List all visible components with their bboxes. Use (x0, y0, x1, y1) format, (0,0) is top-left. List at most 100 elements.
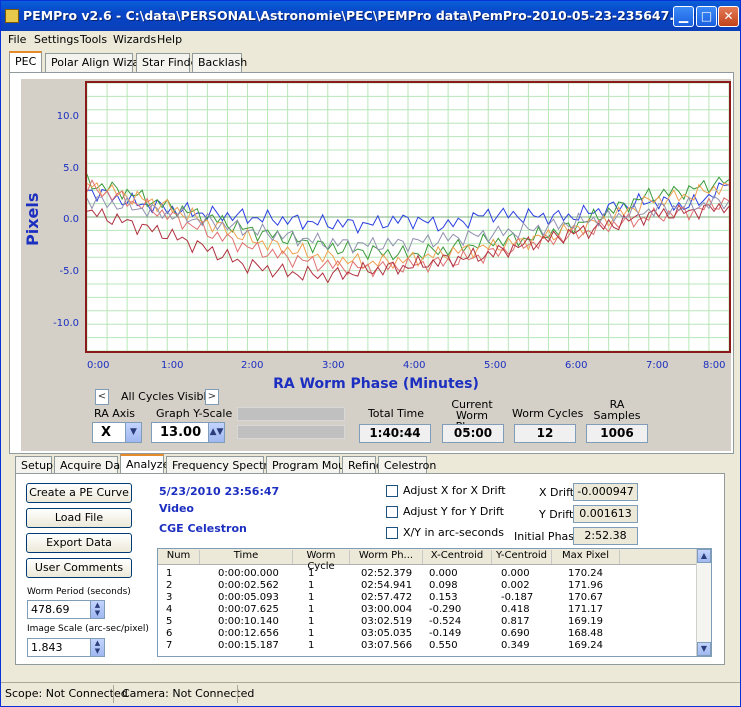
image-scale-value: 1.843 (31, 641, 63, 654)
table-cell: 0:00:12.656 (218, 628, 279, 639)
table-scrollbar[interactable]: ▲ ▼ (696, 549, 711, 656)
column-header[interactable]: Max Pixel (552, 550, 620, 564)
ra-samples-value: 1006 (586, 424, 648, 443)
status-strip (237, 407, 345, 421)
table-cell: -0.149 (429, 628, 462, 639)
create-pe-curve-button[interactable]: Create a PE Curve (26, 483, 132, 503)
pec-panel: Pixels 10.0 5.0 0.0 -5.0 -10.0 0:00 1:00… (9, 72, 734, 454)
camera-status: Camera: Not Connected (122, 687, 255, 700)
chevron-down-icon[interactable]: ▼ (125, 423, 141, 442)
table-cell: 168.48 (568, 628, 603, 639)
column-header[interactable]: X-Centroid (423, 550, 492, 564)
table-row[interactable]: 1 0:00:00.000 1 02:52.379 0.000 0.000 170.24 (158, 568, 698, 579)
table-cell: 169.19 (568, 616, 603, 627)
table-cell: 2 (166, 580, 173, 591)
image-scale-label: Image Scale (arc-sec/pixel) (27, 624, 149, 634)
table-cell: 02:54.941 (361, 580, 413, 591)
table-cell: 0.153 (429, 592, 458, 603)
ra-axis-select[interactable]: X ▼ (92, 422, 142, 443)
current-worm-phase-value: 05:00 (442, 424, 504, 443)
user-comments-button[interactable]: User Comments (26, 558, 132, 578)
scroll-up-icon[interactable]: ▲ (697, 549, 711, 563)
table-row[interactable]: 6 0:00:12.656 1 03:05.035 -0.149 0.690 168.48 (158, 628, 698, 639)
table-cell: 0.817 (501, 616, 530, 627)
table-cell: 3 (166, 592, 173, 603)
table-cell: 5 (166, 616, 173, 627)
table-cell: -0.187 (501, 592, 534, 603)
x-tick-label: 2:00 (241, 360, 264, 371)
tab-star-finder[interactable]: Star Finder (136, 53, 202, 73)
spinner-arrows-icon[interactable]: ▲▼ (90, 601, 104, 618)
x-tick-label: 1:00 (161, 360, 184, 371)
table-cell: 1 (308, 580, 315, 591)
tab-polar-align-wizard[interactable]: Polar Align Wizard (45, 53, 150, 73)
initial-phase-value: 2:52.38 (573, 527, 638, 545)
image-scale-spinner[interactable]: 1.843 ▲ ▼ (27, 638, 105, 657)
column-header[interactable]: Num (158, 550, 200, 564)
table-row[interactable]: 7 0:00:15.187 1 03:07.566 0.550 0.349 169.24 (158, 640, 698, 651)
menu-tools[interactable]: Tools (80, 33, 107, 46)
table-row[interactable]: 5 0:00:10.140 1 03:02.519 -0.524 0.817 169.19 (158, 616, 698, 627)
menu-settings[interactable]: Settings (34, 33, 79, 46)
table-cell: 0:00:05.093 (218, 592, 279, 603)
table-cell: 03:02.519 (361, 616, 413, 627)
y-axis-band: Pixels 10.0 5.0 0.0 -5.0 -10.0 (21, 79, 84, 354)
tab-backlash[interactable]: Backlash (192, 53, 247, 73)
spinner-arrows-icon[interactable]: ▲▼ (208, 423, 224, 442)
table-cell: 0.690 (501, 628, 530, 639)
table-cell: 02:57.472 (361, 592, 413, 603)
xy-arcsec-label: X/Y in arc-seconds (403, 526, 504, 539)
column-header[interactable]: Worm Ph... (350, 550, 423, 564)
table-cell: 0.002 (501, 580, 530, 591)
minimize-button[interactable]: ▁ (673, 6, 694, 27)
status-bar: Scope: Not Connected Camera: Not Connect… (1, 682, 740, 706)
table-cell: 03:07.566 (361, 640, 413, 651)
menu-file[interactable]: File (8, 33, 26, 46)
samples-table: Num Time Worm Cycle Worm Ph... X-Centroi… (157, 548, 712, 657)
table-cell: 03:00.004 (361, 604, 413, 615)
scroll-down-icon[interactable]: ▼ (697, 642, 711, 656)
title-bar: PEMPro v2.6 - C:\data\PERSONAL\Astronomi… (1, 1, 740, 31)
xy-arcsec-checkbox[interactable] (386, 527, 398, 539)
session-datetime: 5/23/2010 23:56:47 (159, 485, 280, 498)
table-cell: 0:00:15.187 (218, 640, 279, 651)
worm-period-spinner[interactable]: 478.69 ▲ ▼ (27, 600, 105, 619)
graph-yscale-spinner[interactable]: 13.00 ▲▼ (151, 422, 225, 443)
table-cell: -0.524 (429, 616, 462, 627)
next-cycle-button[interactable]: > (205, 389, 219, 405)
load-file-button[interactable]: Load File (26, 508, 132, 528)
table-row[interactable]: 4 0:00:07.625 1 03:00.004 -0.290 0.418 171.17 (158, 604, 698, 615)
x-drift-label: X Drift (539, 486, 575, 499)
ra-axis-value: X (101, 425, 112, 440)
table-cell: 1 (308, 628, 315, 639)
table-row[interactable]: 2 0:00:02.562 1 02:54.941 0.098 0.002 171.96 (158, 580, 698, 591)
y-tick-label: 10.0 (56, 111, 79, 122)
table-row[interactable]: 3 0:00:05.093 1 02:57.472 0.153 -0.187 170.67 (158, 592, 698, 603)
maximize-button[interactable]: □ (696, 6, 717, 27)
column-header[interactable]: Worm Cycle (293, 550, 350, 572)
x-drift-value: -0.000947 (573, 483, 638, 501)
table-cell: 1 (308, 568, 315, 579)
menu-help[interactable]: Help (157, 33, 182, 46)
table-cell: 6 (166, 628, 173, 639)
worm-period-label: Worm Period (seconds) (27, 587, 131, 597)
table-cell: 0.550 (429, 640, 458, 651)
menu-bar: File Settings Tools Wizards Help (1, 31, 740, 49)
initial-phase-label: Initial Phase (514, 530, 581, 543)
close-button[interactable]: ✕ (718, 6, 739, 27)
x-tick-label: 3:00 (322, 360, 345, 371)
adjust-y-checkbox[interactable] (386, 506, 398, 518)
tab-pec[interactable]: PEC (9, 51, 42, 73)
column-header[interactable]: Y-Centroid (492, 550, 552, 564)
adjust-x-checkbox[interactable] (386, 485, 398, 497)
table-cell: 1 (308, 640, 315, 651)
worm-cycles-label: Worm Cycles (512, 407, 584, 420)
spinner-arrows-icon[interactable]: ▲▼ (90, 639, 104, 656)
prev-cycle-button[interactable]: < (95, 389, 109, 405)
column-header[interactable]: Time (200, 550, 293, 564)
pe-plot-svg (86, 82, 730, 352)
status-divider (113, 685, 114, 703)
export-data-button[interactable]: Export Data (26, 533, 132, 553)
pe-plot (85, 81, 731, 353)
menu-wizards[interactable]: Wizards (113, 33, 156, 46)
